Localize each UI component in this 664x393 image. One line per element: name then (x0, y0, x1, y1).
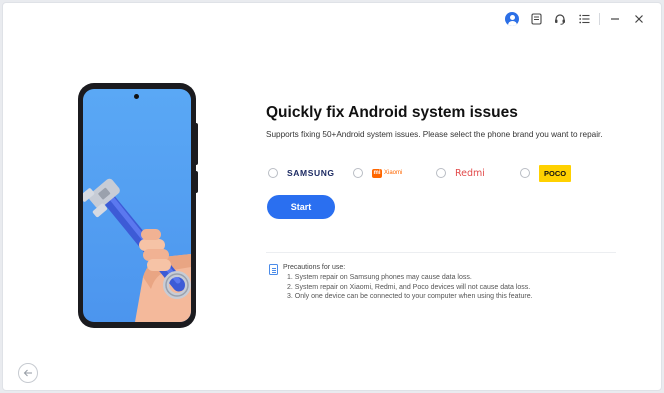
radio-samsung[interactable] (268, 168, 278, 178)
minimize-icon (611, 18, 619, 20)
headset-icon (555, 14, 565, 25)
start-button[interactable]: Start (267, 195, 335, 219)
feedback-icon (530, 13, 542, 25)
phone-side-button (195, 123, 198, 165)
phone-screen (83, 89, 191, 322)
minimize-button[interactable] (603, 10, 627, 28)
brand-option-poco[interactable]: POCO (520, 163, 572, 183)
account-icon (505, 12, 519, 26)
back-button[interactable] (18, 363, 38, 383)
precaution-item: 2. System repair on Xiaomi, Redmi, and P… (287, 283, 531, 291)
close-icon (635, 15, 643, 23)
page-title: Quickly fix Android system issues (266, 104, 518, 121)
brand-option-redmi[interactable]: Redmi (436, 163, 485, 183)
close-button[interactable] (627, 10, 651, 28)
feedback-button[interactable] (524, 10, 548, 28)
menu-button[interactable] (572, 10, 596, 28)
samsung-logo: SAMSUNG (287, 168, 335, 178)
phone-side-button-2 (195, 171, 198, 193)
menu-icon (578, 14, 589, 24)
wrench-hand-icon (83, 178, 191, 322)
precaution-item: 1. System repair on Samsung phones may c… (287, 274, 472, 281)
arrow-left-icon (23, 369, 32, 377)
radio-poco[interactable] (520, 168, 530, 178)
account-button[interactable] (500, 10, 524, 28)
poco-logo: POCO (539, 164, 572, 182)
app-window: Quickly fix Android system issues Suppor… (2, 2, 662, 391)
precautions-title: Precautions for use: (283, 264, 346, 271)
precaution-item: 3. Only one device can be connected to y… (287, 293, 533, 301)
section-divider (266, 252, 616, 253)
radio-xiaomi[interactable] (353, 168, 363, 178)
support-button[interactable] (548, 10, 572, 28)
redmi-logo: Redmi (455, 167, 485, 179)
brand-option-xiaomi[interactable]: mi Xiaomi (353, 163, 402, 183)
titlebar-controls (500, 10, 651, 28)
xiaomi-text: Xiaomi (384, 170, 403, 176)
radio-redmi[interactable] (436, 168, 446, 178)
document-icon (269, 264, 278, 275)
brand-option-samsung[interactable]: SAMSUNG (268, 163, 335, 183)
phone-illustration (58, 61, 218, 351)
phone-body (78, 83, 196, 328)
xiaomi-logo: mi Xiaomi (372, 168, 403, 178)
precautions-list: 1. System repair on Samsung phones may c… (287, 273, 533, 302)
brand-selector: SAMSUNG mi Xiaomi Redmi POCO (268, 163, 608, 183)
xiaomi-mi-badge: mi (372, 168, 382, 178)
titlebar-divider (599, 13, 600, 25)
page-description: Supports fixing 50+Android system issues… (266, 130, 603, 139)
